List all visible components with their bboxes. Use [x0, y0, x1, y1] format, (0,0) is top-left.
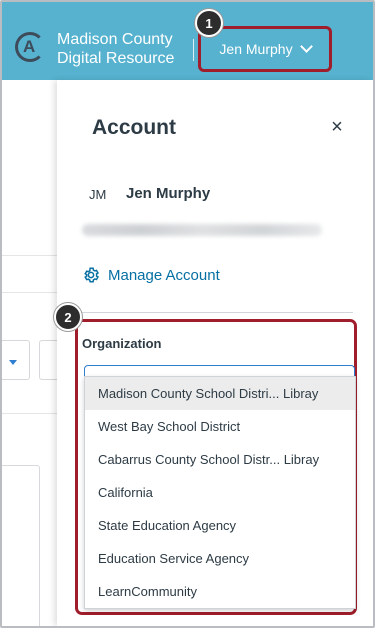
- logo-icon: A: [15, 32, 45, 62]
- background-divider: [2, 292, 57, 293]
- blurred-email: [82, 224, 322, 236]
- top-bar: A Madison County Digital Resource Jen Mu…: [2, 2, 373, 80]
- background-card: [2, 465, 40, 626]
- organization-option[interactable]: West Bay School District: [85, 410, 355, 443]
- organization-option[interactable]: LearnCommunity: [85, 575, 355, 608]
- manage-account-label: Manage Account: [108, 266, 220, 284]
- organization-label: Organization: [82, 336, 162, 351]
- organization-option[interactable]: Madison County School Distri... Libray: [85, 377, 355, 410]
- panel-divider: [82, 312, 353, 313]
- header-divider: [193, 39, 194, 61]
- organization-option[interactable]: Cabarrus County School Distr... Libray: [85, 443, 355, 476]
- background-divider: [2, 255, 57, 256]
- step-callout-1: 1: [195, 9, 223, 37]
- organization-select[interactable]: [84, 365, 355, 376]
- app-window: A Madison County Digital Resource Jen Mu…: [0, 0, 375, 628]
- close-button[interactable]: ×: [327, 116, 347, 139]
- chevron-down-icon: [299, 40, 313, 53]
- background-dropdown-arrow-icon: [9, 360, 17, 365]
- organization-option[interactable]: California: [85, 476, 355, 509]
- organization-title-line2: Digital Resource: [57, 50, 175, 67]
- organization-title-line1: Madison County: [57, 31, 173, 48]
- organization-option[interactable]: Education Service Agency: [85, 542, 355, 575]
- gear-icon: [84, 267, 100, 283]
- user-initials: JM: [89, 187, 107, 202]
- organization-option[interactable]: State Education Agency: [85, 509, 355, 542]
- organization-dropdown: Madison County School Distri... Libray W…: [84, 376, 356, 609]
- background-divider: [2, 413, 57, 414]
- step-callout-2: 2: [54, 303, 82, 331]
- manage-account-link[interactable]: Manage Account: [82, 266, 220, 284]
- organization-title: Madison County Digital Resource: [57, 30, 187, 68]
- user-name: Jen Murphy: [126, 185, 211, 202]
- user-menu-label: Jen Murphy: [219, 41, 293, 57]
- panel-title: Account: [92, 116, 176, 139]
